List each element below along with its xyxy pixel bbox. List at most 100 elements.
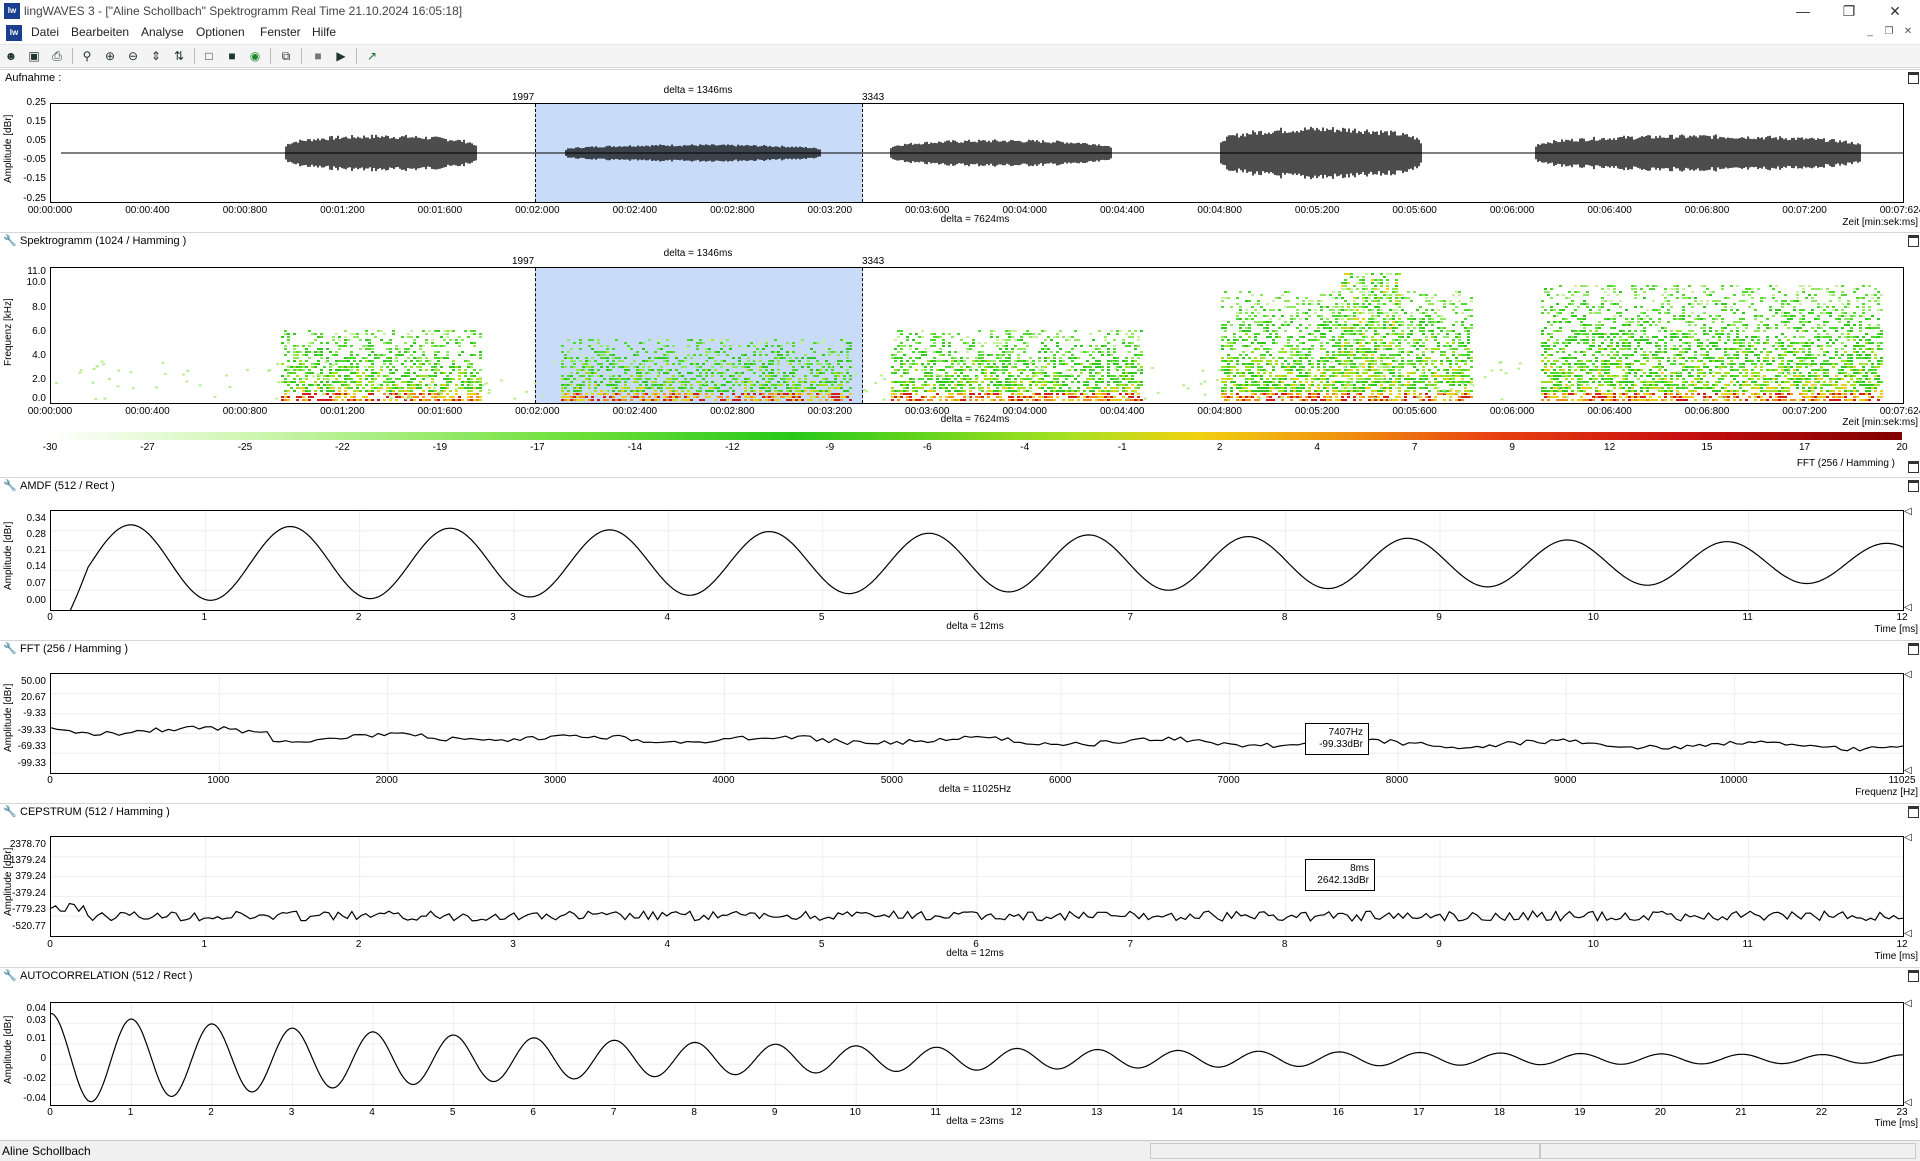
wrench-icon[interactable]: 🔧 xyxy=(3,479,17,492)
toolbar-separator xyxy=(270,48,271,64)
scroll-marker-icon[interactable]: ◁ xyxy=(1904,928,1912,939)
wrench-icon[interactable]: 🔧 xyxy=(3,234,17,247)
scroll-marker-icon[interactable]: ◁ xyxy=(1904,506,1912,517)
minimize-icon[interactable]: — xyxy=(1780,0,1826,22)
xtick: 00:03:200 xyxy=(808,205,853,216)
xtick: 4 xyxy=(369,1107,375,1118)
restore-icon[interactable]: ❐ xyxy=(1826,0,1872,22)
xtick: 00:07:624 xyxy=(1880,406,1920,417)
document-icon[interactable]: lw xyxy=(6,25,22,41)
wrench-icon[interactable]: 🔧 xyxy=(3,969,17,982)
panel-menu-button[interactable] xyxy=(1908,72,1919,84)
ytick: 2.0 xyxy=(4,374,46,385)
select-all-icon[interactable]: ■ xyxy=(223,47,241,65)
close-icon[interactable]: ✕ xyxy=(1872,0,1918,22)
mdi-close-icon[interactable]: ✕ xyxy=(1900,25,1916,39)
scroll-marker-icon[interactable]: ◁ xyxy=(1904,669,1912,680)
total-delta-label: delta = 7624ms xyxy=(941,414,1010,425)
xtick: 11 xyxy=(1742,939,1752,950)
zoom-in-icon[interactable]: ⊕ xyxy=(101,47,119,65)
spectrogram-panel-title: Spektrogramm (1024 / Hamming ) xyxy=(20,235,186,247)
xtick: 00:04:800 xyxy=(1197,406,1242,417)
xtick: 00:06:400 xyxy=(1587,205,1632,216)
record-icon[interactable]: ◉ xyxy=(246,47,264,65)
panel-menu-button[interactable] xyxy=(1908,806,1919,818)
menu-hilfe[interactable]: Hilfe xyxy=(312,25,336,39)
scroll-marker-icon[interactable]: ◁ xyxy=(1904,832,1912,843)
autocorrelation-plot[interactable] xyxy=(50,1002,1904,1106)
xtick: 00:00:000 xyxy=(28,205,73,216)
total-delta-label: delta = 7624ms xyxy=(941,214,1010,225)
menu-fenster[interactable]: Fenster xyxy=(260,25,301,39)
xtick: 00:06:000 xyxy=(1490,205,1535,216)
xtick: 4000 xyxy=(712,775,734,786)
amdf-panel-title: AMDF (512 / Rect ) xyxy=(20,480,115,492)
mdi-minimize-icon[interactable]: _ xyxy=(1862,25,1878,39)
ytick: 11.0 xyxy=(4,266,46,277)
xtick: 6000 xyxy=(1049,775,1071,786)
xtick: 5 xyxy=(819,939,825,950)
menu-optionen[interactable]: Optionen xyxy=(196,25,245,39)
menu-bearbeiten[interactable]: Bearbeiten xyxy=(71,25,129,39)
xtick: -12 xyxy=(725,442,739,453)
tooltip-frequency: 7407Hz xyxy=(1311,727,1363,739)
xtick: 2 xyxy=(356,612,362,623)
xtick: 00:07:200 xyxy=(1782,205,1827,216)
cepstrum-plot[interactable]: 8ms 2642.13dBr xyxy=(50,836,1904,937)
select-icon[interactable]: □ xyxy=(200,47,218,65)
xtick: 23 xyxy=(1896,1107,1907,1118)
panel-menu-button[interactable] xyxy=(1908,970,1919,982)
selection-start-label: 1997 xyxy=(512,256,534,267)
copy-icon[interactable]: ⧉ xyxy=(277,47,295,65)
xtick: 4 xyxy=(1314,442,1320,453)
panel-menu-button[interactable] xyxy=(1908,480,1919,492)
amdf-plot[interactable] xyxy=(50,510,1904,611)
export-icon[interactable]: ↗ xyxy=(363,47,381,65)
zoom-out-icon[interactable]: ⊖ xyxy=(124,47,142,65)
play-icon[interactable]: ▶ xyxy=(332,47,350,65)
wrench-icon[interactable]: 🔧 xyxy=(3,805,17,818)
ytick: 0.14 xyxy=(4,561,46,572)
toolbar-separator xyxy=(356,48,357,64)
xtick: 9 xyxy=(1436,612,1442,623)
fft-plot[interactable]: 7407Hz -99.33dBr xyxy=(50,673,1904,774)
xtick: -1 xyxy=(1118,442,1127,453)
spectrogram-xunit: Zeit [min:sek:ms] xyxy=(1780,417,1918,428)
cepstrum-yticks: 2378.70 1379.24 379.24 -379.24 -779.23 -… xyxy=(4,836,46,935)
compress-vertical-icon[interactable]: ⇅ xyxy=(170,47,188,65)
toolbar-separator xyxy=(194,48,195,64)
trace-line xyxy=(51,1013,1903,1101)
waveform-trace xyxy=(51,104,1903,202)
lw-logo-icon[interactable]: lw xyxy=(4,3,20,19)
amdf-panel-header: 🔧 AMDF (512 / Rect ) xyxy=(0,477,1920,494)
xtick: -14 xyxy=(628,442,642,453)
stop-icon[interactable]: ■ xyxy=(309,47,327,65)
xtick: 00:02:000 xyxy=(515,205,560,216)
xtick: 0 xyxy=(47,1107,53,1118)
xtick: 22 xyxy=(1816,1107,1827,1118)
fft-xunit: Frequenz [Hz] xyxy=(1780,787,1918,798)
scroll-marker-icon[interactable]: ◁ xyxy=(1904,998,1912,1009)
autocorrelation-panel-header: 🔧 AUTOCORRELATION (512 / Rect ) xyxy=(0,967,1920,984)
xtick: 9 xyxy=(1509,442,1515,453)
mdi-restore-icon[interactable]: ❐ xyxy=(1881,25,1897,39)
zoom-fit-icon[interactable]: ⚲ xyxy=(78,47,96,65)
ytick: 379.24 xyxy=(4,871,46,882)
panel-menu-button[interactable] xyxy=(1908,643,1919,655)
xtick: 00:06:800 xyxy=(1685,406,1730,417)
ytick: 0.21 xyxy=(4,545,46,556)
spectrogram-plot[interactable] xyxy=(50,267,1904,404)
panel-menu-button[interactable] xyxy=(1908,235,1919,247)
patient-icon[interactable]: ☻ xyxy=(2,47,20,65)
print-icon[interactable]: ⎙ xyxy=(48,47,66,65)
xtick: 9 xyxy=(772,1107,778,1118)
xtick: 7 xyxy=(1128,612,1134,623)
waveform-plot[interactable] xyxy=(50,103,1904,203)
menu-datei[interactable]: Datei xyxy=(31,25,59,39)
expand-vertical-icon[interactable]: ⇕ xyxy=(147,47,165,65)
save-icon[interactable]: ▣ xyxy=(25,47,43,65)
toolbar-separator xyxy=(72,48,73,64)
wrench-icon[interactable]: 🔧 xyxy=(3,642,17,655)
menu-analyse[interactable]: Analyse xyxy=(141,25,184,39)
panel-menu-button[interactable] xyxy=(1908,461,1919,473)
